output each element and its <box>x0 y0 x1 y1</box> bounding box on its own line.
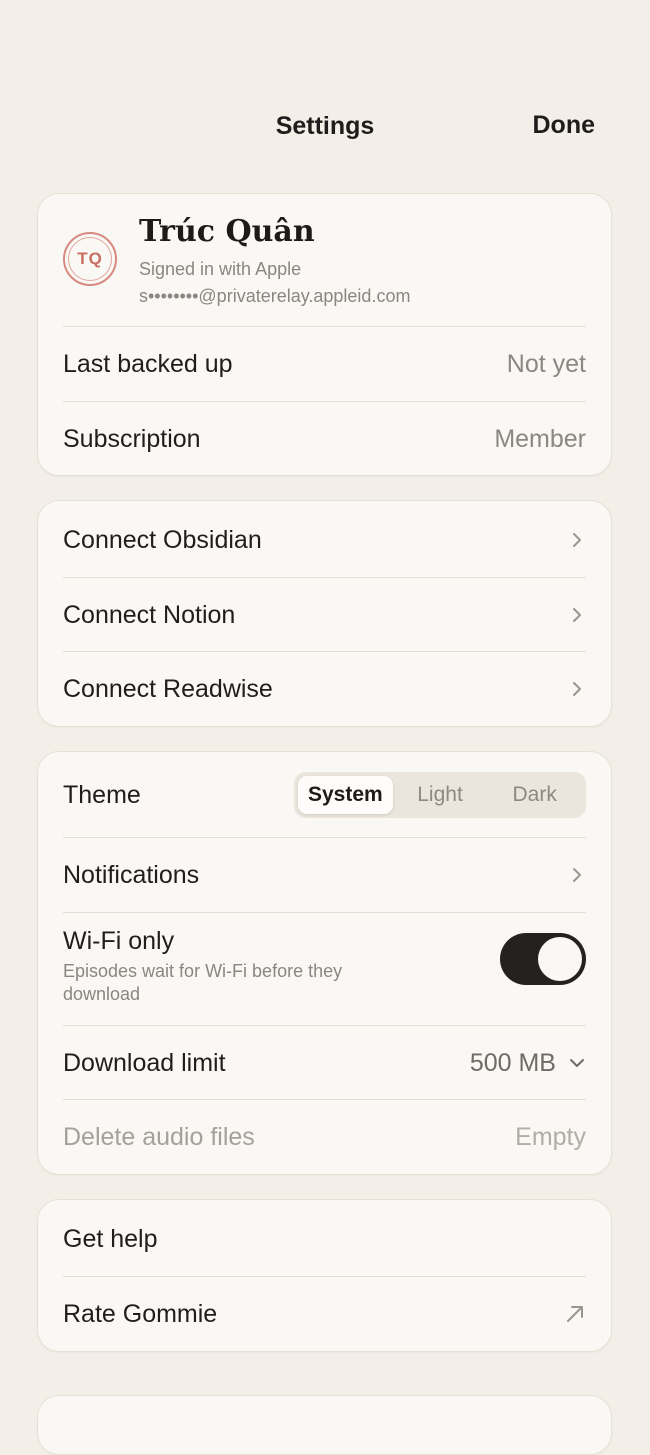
wifi-only-description: Episodes wait for Wi-Fi before they down… <box>63 961 343 1004</box>
connect-readwise-row[interactable]: Connect Readwise <box>63 652 586 726</box>
external-link-arrow-icon <box>567 1306 583 1322</box>
preferences-card: Theme System Light Dark Notifications Wi… <box>37 751 612 1175</box>
connect-notion-label: Connect Notion <box>63 600 236 629</box>
chevron-right-icon <box>573 682 581 696</box>
subscription-value: Member <box>494 424 586 453</box>
rate-gommie-row[interactable]: Rate Gommie <box>63 1277 586 1351</box>
theme-row: Theme System Light Dark <box>63 752 586 838</box>
chevron-down-icon <box>570 1059 584 1067</box>
chevron-right-icon <box>573 868 581 882</box>
theme-option-light[interactable]: Light <box>393 776 488 814</box>
connect-notion-row[interactable]: Connect Notion <box>63 578 586 652</box>
last-backed-up-row: Last backed up Not yet <box>63 327 586 401</box>
notifications-label: Notifications <box>63 860 200 889</box>
notifications-row[interactable]: Notifications <box>63 838 586 912</box>
delete-audio-label: Delete audio files <box>63 1122 255 1151</box>
navigation-bar: Settings Done <box>0 0 650 180</box>
download-limit-row[interactable]: Download limit 500 MB <box>63 1026 586 1100</box>
support-card: Get help Rate Gommie <box>37 1199 612 1352</box>
signin-method: Signed in with Apple <box>139 259 302 279</box>
connect-obsidian-label: Connect Obsidian <box>63 525 262 554</box>
toggle-knob <box>538 937 582 981</box>
connect-obsidian-row[interactable]: Connect Obsidian <box>63 503 586 577</box>
rate-gommie-label: Rate Gommie <box>63 1299 218 1328</box>
get-help-row[interactable]: Get help <box>63 1202 586 1276</box>
get-help-label: Get help <box>63 1224 158 1253</box>
subscription-label: Subscription <box>63 424 201 453</box>
avatar: TQ <box>63 232 117 286</box>
download-limit-value: 500 MB <box>469 1048 556 1077</box>
profile-name: Trúc Quân <box>139 214 315 249</box>
integrations-card: Connect Obsidian Connect Notion Connect … <box>37 500 612 727</box>
done-button[interactable]: Done <box>533 111 596 140</box>
wifi-only-row: Wi-Fi only Episodes wait for Wi-Fi befor… <box>63 913 586 1025</box>
next-card <box>37 1395 612 1455</box>
account-card: TQ Trúc Quân Signed in with Apple s•••••… <box>37 193 612 476</box>
delete-audio-row: Delete audio files Empty <box>63 1100 586 1174</box>
theme-segmented-control: System Light Dark <box>294 772 586 818</box>
avatar-initials: TQ <box>77 249 103 268</box>
theme-option-dark[interactable]: Dark <box>487 776 582 814</box>
download-limit-label: Download limit <box>63 1048 226 1077</box>
chevron-right-icon <box>573 608 581 622</box>
subscription-row[interactable]: Subscription Member <box>63 402 586 476</box>
wifi-only-toggle[interactable] <box>500 933 586 985</box>
last-backed-up-label: Last backed up <box>63 349 233 378</box>
last-backed-up-value: Not yet <box>506 349 586 378</box>
connect-readwise-label: Connect Readwise <box>63 674 273 703</box>
theme-label: Theme <box>63 780 141 809</box>
profile-email: s••••••••@privaterelay.appleid.com <box>139 286 411 306</box>
delete-audio-value: Empty <box>515 1122 586 1151</box>
theme-option-system[interactable]: System <box>298 776 393 814</box>
chevron-right-icon <box>573 533 581 547</box>
wifi-only-label: Wi-Fi only <box>63 927 175 955</box>
